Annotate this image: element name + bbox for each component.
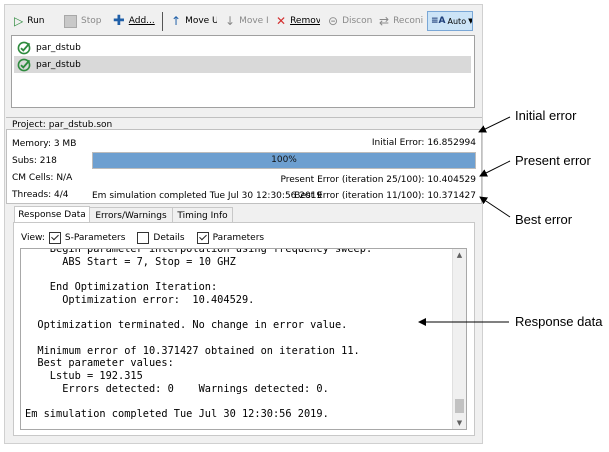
- remove-button[interactable]: ✕ Remov: [276, 10, 320, 32]
- tab-label: Errors/Warnings: [95, 210, 167, 221]
- cm-cells-stat: CM Cells: N/A: [12, 173, 73, 183]
- toolbar-separator: [162, 12, 163, 31]
- response-data-callout: Response data: [515, 314, 603, 329]
- tab-response-data[interactable]: Response Data: [14, 206, 90, 223]
- view-label: View:: [21, 233, 45, 243]
- log-line: Best parameter values:: [25, 357, 174, 370]
- log-line: Optimization error: 10.404529.: [25, 293, 255, 306]
- job-name: par_dstub: [36, 59, 81, 70]
- initial-error-arrow: [478, 116, 511, 133]
- list-item[interactable]: par_dstub: [14, 56, 471, 73]
- subs-stat: Subs: 218: [12, 156, 57, 166]
- details-label: Details: [153, 233, 185, 243]
- reconnect-icon: ⇄: [379, 14, 390, 28]
- job-list: par_dstub par_dstub: [11, 35, 475, 108]
- scroll-up-icon[interactable]: ▲: [453, 251, 466, 259]
- disconnect-icon: ⊝: [328, 14, 339, 28]
- scrollbar[interactable]: ▲ ▼: [452, 249, 466, 429]
- present-error-callout: Present error: [515, 153, 591, 168]
- best-error-callout: Best error: [515, 212, 573, 227]
- threads-stat: Threads: 4/4: [12, 190, 69, 200]
- log-line: Lstub = 192.315: [25, 369, 143, 382]
- initial-error-callout: Initial error: [515, 108, 577, 123]
- initial-error: Initial Error: 16.852994: [371, 138, 476, 148]
- present-error: Present Error (iteration 25/100): 10.404…: [280, 175, 476, 185]
- job-name: par_dstub: [36, 42, 81, 53]
- auto-button[interactable]: ≡A Auto ▼: [427, 11, 473, 31]
- details-checkbox[interactable]: [137, 232, 150, 244]
- close-icon: ✕: [276, 14, 287, 28]
- move-up-button[interactable]: ↑ Move U: [171, 10, 217, 32]
- view-options: View: S-Parameters Details Parameters: [21, 232, 264, 244]
- log-line: Errors detected: 0 Warnings detected: 0.: [25, 382, 329, 395]
- chevron-down-icon: ▼: [468, 17, 473, 25]
- completed-status: Em simulation completed Tue Jul 30 12:30…: [92, 191, 323, 201]
- tab-label: Timing Info: [177, 210, 228, 221]
- tab-errors-warnings[interactable]: Errors/Warnings: [89, 207, 173, 223]
- scroll-down-icon[interactable]: ▼: [453, 419, 466, 427]
- log-line: End Optimization Iteration:: [25, 281, 218, 294]
- run-label: Run: [27, 16, 45, 26]
- divider: [6, 117, 482, 118]
- log-line: Optimization terminated. No change in er…: [25, 319, 348, 332]
- log-line: Begin parameter interpolation using freq…: [25, 248, 373, 255]
- progress-label: 100%: [271, 155, 297, 165]
- s-parameters-label: S-Parameters: [64, 233, 126, 243]
- stop-button[interactable]: Stop: [64, 10, 104, 32]
- best-error-arrow: [479, 196, 511, 218]
- auto-label: Auto: [447, 16, 467, 26]
- s-parameters-checkbox[interactable]: [48, 232, 61, 244]
- response-log[interactable]: Begin parameter interpolation using freq…: [20, 248, 467, 430]
- plus-icon: ✚: [113, 13, 125, 29]
- auto-icon: ≡A: [431, 16, 446, 26]
- memory-stat: Memory: 3 MB: [12, 139, 77, 149]
- check-circle-icon: [17, 41, 31, 54]
- scroll-thumb[interactable]: [455, 399, 464, 413]
- parameters-checkbox[interactable]: [196, 232, 209, 244]
- log-text: Begin parameter interpolation using freq…: [25, 248, 453, 421]
- present-error-arrow: [479, 160, 511, 177]
- stop-label: Stop: [81, 16, 102, 26]
- move-up-label: Move U: [185, 16, 217, 26]
- stop-icon: [64, 14, 77, 28]
- disconnect-label: Discon: [342, 16, 372, 26]
- reconnect-label: Reconi: [393, 16, 423, 26]
- parameters-label: Parameters: [212, 233, 265, 243]
- log-line: Minimum error of 10.371427 obtained on i…: [25, 344, 360, 357]
- reconnect-button[interactable]: ⇄ Reconi: [379, 10, 423, 32]
- remove-label: Remov: [290, 16, 320, 26]
- add-label: Add...: [128, 16, 155, 26]
- run-button[interactable]: ▷ Run: [14, 10, 56, 32]
- check-circle-icon: [17, 58, 31, 71]
- arrow-down-icon: ↓: [225, 14, 236, 28]
- arrow-up-icon: ↑: [171, 14, 182, 28]
- log-line: Em simulation completed Tue Jul 30 12:30…: [25, 407, 329, 420]
- tab-timing-info[interactable]: Timing Info: [172, 207, 233, 223]
- play-icon: ▷: [14, 14, 24, 28]
- move-down-label: Move I: [239, 16, 268, 26]
- list-item[interactable]: par_dstub: [14, 39, 471, 56]
- disconnect-button[interactable]: ⊝ Discon: [328, 10, 372, 32]
- log-line: ABS Start = 7, Stop = 10 GHZ: [25, 255, 236, 268]
- add-button[interactable]: ✚ Add...: [113, 10, 159, 32]
- tab-label: Response Data: [18, 210, 86, 220]
- move-down-button[interactable]: ↓ Move I: [225, 10, 268, 32]
- best-error: Best Error (iteration 11/100): 10.371427: [294, 191, 476, 201]
- progress-bar: 100%: [92, 152, 476, 169]
